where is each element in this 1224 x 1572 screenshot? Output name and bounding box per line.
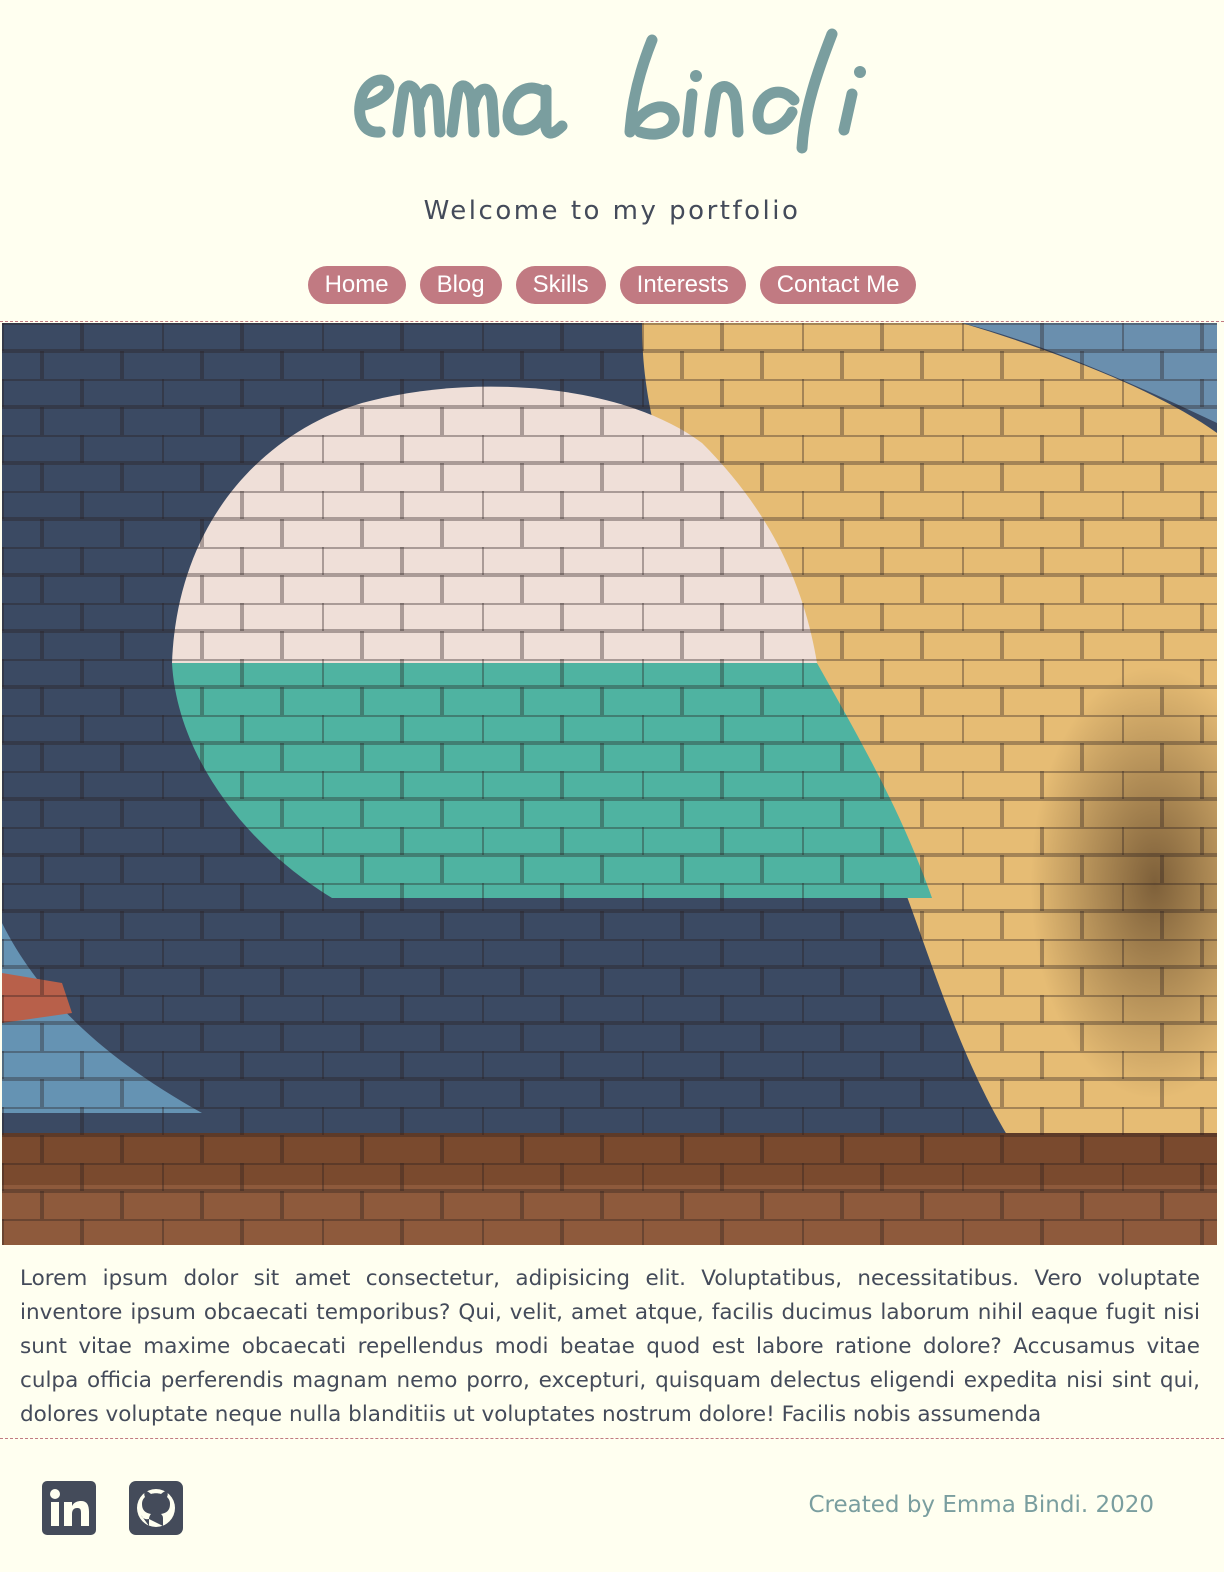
linkedin-icon — [42, 1481, 96, 1535]
footer-credit: Created by Emma Bindi. 2020 — [808, 1492, 1155, 1518]
site-logo[interactable] — [340, 20, 884, 170]
nav-contact-button[interactable]: Contact Me — [759, 266, 917, 304]
github-icon — [129, 1481, 183, 1535]
nav-skills-button[interactable]: Skills — [515, 266, 606, 304]
hero-image — [2, 323, 1217, 1245]
bio-paragraph: Lorem ipsum dolor sit amet consectetur, … — [20, 1266, 1200, 1427]
footer-divider — [0, 1438, 1224, 1439]
header-divider — [0, 321, 1224, 322]
tagline: Welcome to my portfolio — [423, 196, 801, 226]
linkedin-link[interactable] — [42, 1481, 96, 1535]
github-link[interactable] — [129, 1481, 183, 1535]
nav-interests-button[interactable]: Interests — [619, 266, 746, 304]
nav-blog-button[interactable]: Blog — [419, 266, 502, 304]
main-nav: Home Blog Skills Interests Contact Me — [0, 266, 1224, 304]
site-header: Welcome to my portfolio Home Blog Skills… — [0, 0, 1224, 322]
nav-home-button[interactable]: Home — [307, 266, 406, 304]
